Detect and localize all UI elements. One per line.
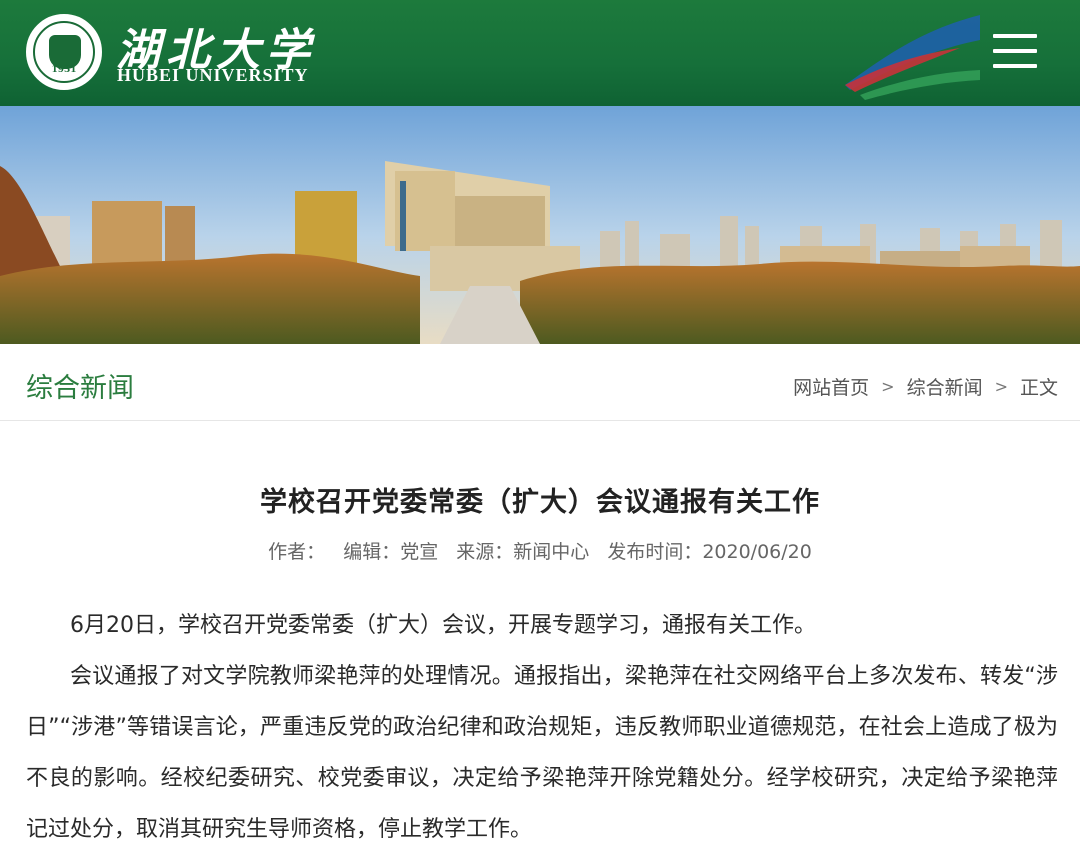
section-header: 综合新闻 网站首页 > 综合新闻 > 正文 <box>0 344 1080 421</box>
header-swoosh-decoration <box>845 15 980 100</box>
meta-editor: 编辑：党宣 <box>343 541 439 563</box>
hamburger-menu-icon[interactable] <box>993 34 1037 72</box>
breadcrumb-news[interactable]: 综合新闻 <box>907 373 983 400</box>
article-paragraph: 会议通报了对文学院教师梁艳萍的处理情况。通报指出，梁艳萍在社交网络平台上多次发布… <box>26 664 1058 842</box>
breadcrumb-current: 正文 <box>1019 377 1058 399</box>
university-emblem-icon[interactable]: 1931 <box>26 14 102 90</box>
emblem-core <box>49 35 81 69</box>
breadcrumb: 网站首页 > 综合新闻 > 正文 <box>793 373 1058 400</box>
breadcrumb-separator: > <box>994 377 1008 396</box>
meta-source: 来源：新闻中心 <box>456 541 590 563</box>
meta-author: 作者： <box>268 541 326 563</box>
site-header: 1931 湖北大学 HUBEI UNIVERSITY <box>0 0 1080 106</box>
article-body: 6月20日，学校召开党委常委（扩大）会议，开展专题学习，通报有关工作。 会议通报… <box>26 600 1058 855</box>
section-title: 综合新闻 <box>26 373 134 404</box>
breadcrumb-separator: > <box>881 377 895 396</box>
meta-published: 发布时间：2020/06/20 <box>607 541 812 563</box>
breadcrumb-home[interactable]: 网站首页 <box>793 373 869 400</box>
article-title: 学校召开党委常委（扩大）会议通报有关工作 <box>260 487 820 518</box>
article-meta: 作者： 编辑：党宣 来源：新闻中心 发布时间：2020/06/20 <box>0 537 1080 564</box>
emblem-year: 1931 <box>51 65 77 75</box>
logo-english-name[interactable]: HUBEI UNIVERSITY <box>117 65 309 86</box>
article-paragraph: 6月20日，学校召开党委常委（扩大）会议，开展专题学习，通报有关工作。 <box>70 613 816 638</box>
campus-banner-image <box>0 106 1080 344</box>
